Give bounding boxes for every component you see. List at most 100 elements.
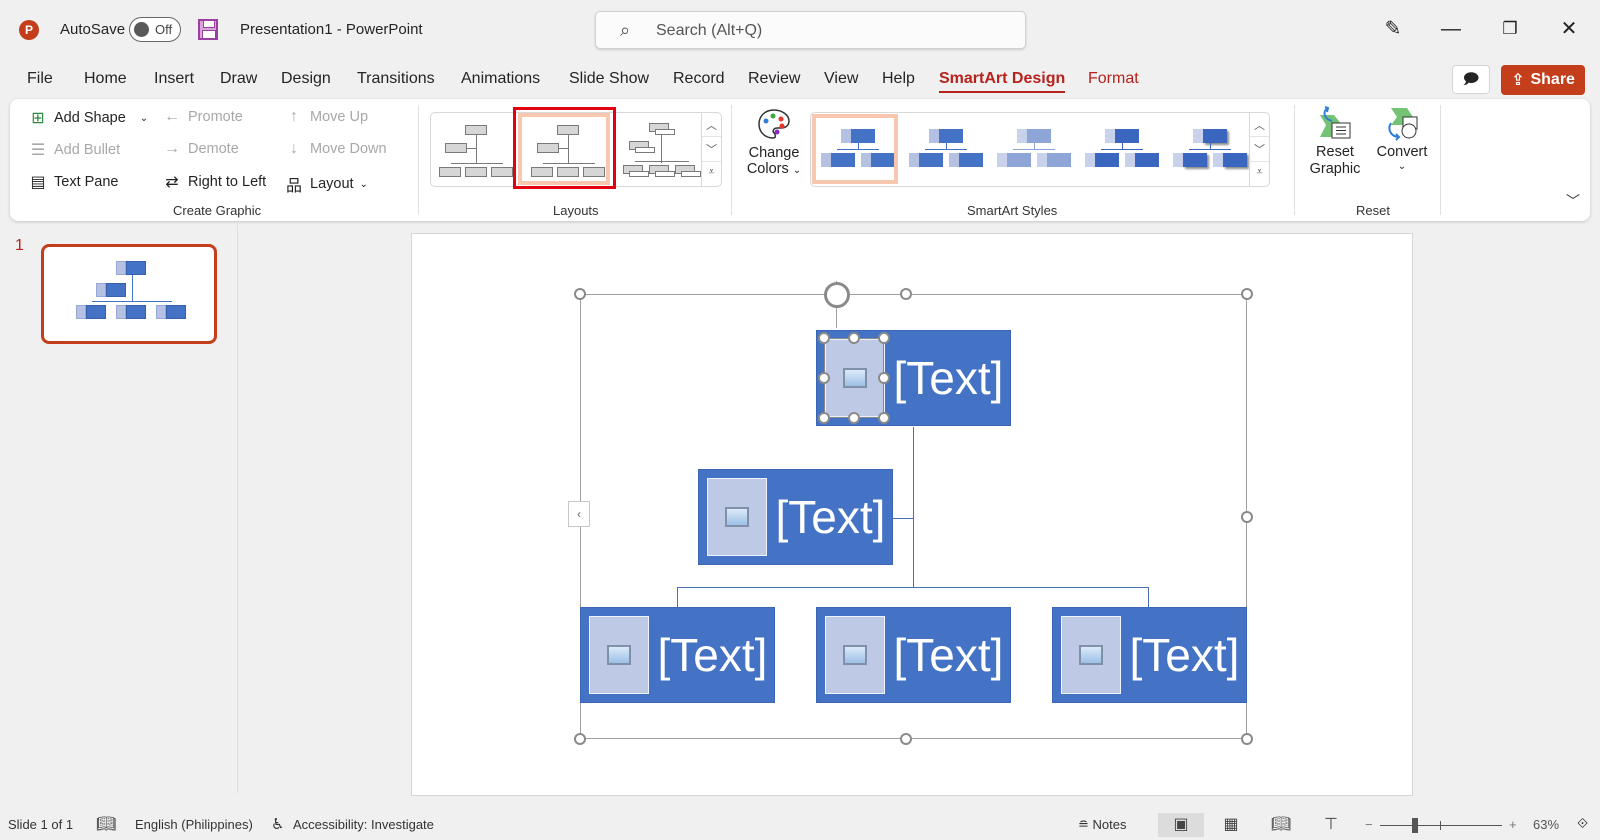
text-pane-toggle-button[interactable]: ‹ <box>568 501 590 527</box>
node-text[interactable]: [Text] <box>891 608 1006 702</box>
smartart-style-option[interactable] <box>1083 125 1161 175</box>
resize-handle[interactable] <box>848 412 860 424</box>
resize-handle[interactable] <box>1241 511 1253 523</box>
resize-handle[interactable] <box>574 288 586 300</box>
accessibility-status[interactable]: Accessibility: Investigate <box>293 817 434 832</box>
gallery-scroll-down-button[interactable]: ﹀ <box>1250 137 1269 162</box>
smartart-node-assistant[interactable]: [Text] <box>698 469 893 565</box>
autosave-label: AutoSave <box>60 21 126 38</box>
resize-handle[interactable] <box>848 332 860 344</box>
resize-handle[interactable] <box>1241 733 1253 745</box>
resize-handle[interactable] <box>1241 288 1253 300</box>
slide-thumbnail-1[interactable] <box>41 244 217 344</box>
layout-option-name-title-org-chart[interactable] <box>621 123 701 179</box>
tab-help[interactable]: Help <box>882 70 915 88</box>
resize-handle[interactable] <box>818 332 830 344</box>
gallery-expand-button[interactable]: ⩡ <box>702 162 721 186</box>
promote-button[interactable]: ← Promote <box>162 108 243 126</box>
minimize-button[interactable]: — <box>1436 14 1466 44</box>
resize-handle[interactable] <box>878 412 890 424</box>
spelling-check-icon[interactable]: 📖︎ <box>96 814 116 834</box>
resize-handle[interactable] <box>818 372 830 384</box>
resize-handle[interactable] <box>818 412 830 424</box>
tab-animations[interactable]: Animations <box>461 70 540 88</box>
tab-record[interactable]: Record <box>673 70 725 88</box>
comments-button[interactable]: 🗩 <box>1452 65 1490 94</box>
tab-transitions[interactable]: Transitions <box>357 70 435 88</box>
convert-button[interactable]: Convert ⌄ <box>1372 105 1432 172</box>
smartart-style-option[interactable] <box>1171 125 1249 175</box>
picture-placeholder[interactable] <box>825 616 885 694</box>
group-label-create-graphic: Create Graphic <box>173 203 262 218</box>
change-colors-button[interactable]: Change Colors ⌄ <box>742 107 806 177</box>
node-text[interactable]: [Text] <box>891 331 1006 425</box>
add-shape-button[interactable]: ⊞ Add Shape ⌄ <box>28 108 148 128</box>
tab-home[interactable]: Home <box>84 70 127 88</box>
zoom-slider[interactable] <box>1380 825 1502 826</box>
gallery-scroll-up-button[interactable]: ︿ <box>1250 113 1269 138</box>
zoom-slider-thumb[interactable] <box>1412 818 1419 833</box>
rotate-handle-icon[interactable] <box>824 282 850 308</box>
smartart-node-child-2[interactable]: [Text] <box>816 607 1011 703</box>
add-bullet-button[interactable]: ☰ Add Bullet <box>28 140 120 160</box>
slide-sorter-view-button[interactable]: ▦ <box>1208 813 1254 837</box>
slide-canvas[interactable]: ‹ [Text] [Text] [Text] [Text] [Text] <box>411 233 1413 796</box>
resize-handle[interactable] <box>878 372 890 384</box>
zoom-in-button[interactable]: + <box>1509 817 1517 832</box>
text-pane-label: Text Pane <box>54 174 119 190</box>
notes-icon: ≘ <box>1078 817 1093 832</box>
reset-graphic-button[interactable]: Reset Graphic <box>1306 105 1364 177</box>
picture-placeholder[interactable] <box>707 478 767 556</box>
smartart-style-option[interactable] <box>907 125 985 175</box>
picture-placeholder[interactable] <box>1061 616 1121 694</box>
reading-view-button[interactable]: 📖︎ <box>1258 813 1304 837</box>
tab-view[interactable]: View <box>824 70 858 88</box>
fit-to-window-icon[interactable]: ⟐ <box>1577 815 1588 832</box>
smartart-style-option[interactable] <box>995 125 1073 175</box>
gallery-scroll-down-button[interactable]: ﹀ <box>702 137 721 162</box>
gallery-scroll-up-button[interactable]: ︿ <box>702 113 721 138</box>
demote-button[interactable]: → Demote <box>162 140 239 158</box>
tab-file[interactable]: File <box>27 70 53 88</box>
text-pane-button[interactable]: ▤ Text Pane <box>28 172 119 192</box>
slideshow-view-button[interactable]: ⊤ <box>1308 813 1354 837</box>
normal-view-button[interactable]: ▣ <box>1158 813 1204 837</box>
node-text[interactable]: [Text] <box>655 608 770 702</box>
close-button[interactable]: ✕ <box>1554 14 1584 44</box>
tab-smartart-design[interactable]: SmartArt Design <box>939 70 1066 93</box>
reset-graphic-icon <box>1320 106 1351 139</box>
zoom-out-button[interactable]: − <box>1365 817 1373 832</box>
resize-handle[interactable] <box>900 733 912 745</box>
resize-handle[interactable] <box>900 288 912 300</box>
layout-button[interactable]: 品 Layout ⌄ <box>284 172 368 196</box>
collapse-ribbon-button[interactable]: ﹀ <box>1566 191 1580 211</box>
layout-option-org-chart[interactable] <box>437 123 517 179</box>
restore-button[interactable]: ❐ <box>1495 14 1525 44</box>
tab-slide-show[interactable]: Slide Show <box>569 70 649 88</box>
tab-review[interactable]: Review <box>748 70 800 88</box>
share-button[interactable]: ⇪ Share <box>1501 65 1585 95</box>
autosave-toggle[interactable]: Off <box>129 17 181 42</box>
resize-handle[interactable] <box>878 332 890 344</box>
picture-placeholder[interactable] <box>589 616 649 694</box>
zoom-slider-center-tick <box>1440 821 1441 830</box>
smartart-node-child-3[interactable]: [Text] <box>1052 607 1247 703</box>
tab-design[interactable]: Design <box>281 70 331 88</box>
search-input[interactable]: ⌕ Search (Alt+Q) <box>595 11 1026 49</box>
save-icon[interactable] <box>198 19 218 40</box>
language-indicator[interactable]: English (Philippines) <box>135 817 253 832</box>
notes-button[interactable]: ≘ Notes <box>1078 817 1126 833</box>
gallery-expand-button[interactable]: ⩡ <box>1250 162 1269 186</box>
tab-draw[interactable]: Draw <box>220 70 257 88</box>
move-down-button[interactable]: ↓ Move Down <box>284 140 387 158</box>
tab-insert[interactable]: Insert <box>154 70 194 88</box>
right-to-left-button[interactable]: ⇄ Right to Left <box>162 172 266 192</box>
resize-handle[interactable] <box>574 733 586 745</box>
zoom-level[interactable]: 63% <box>1533 817 1559 832</box>
node-text[interactable]: [Text] <box>1127 608 1242 702</box>
tab-format[interactable]: Format <box>1088 70 1139 88</box>
move-up-button[interactable]: ↑ Move Up <box>284 108 368 126</box>
designer-icon[interactable]: ✎ <box>1378 14 1408 44</box>
smartart-node-child-1[interactable]: [Text] <box>580 607 775 703</box>
node-text[interactable]: [Text] <box>773 470 888 564</box>
